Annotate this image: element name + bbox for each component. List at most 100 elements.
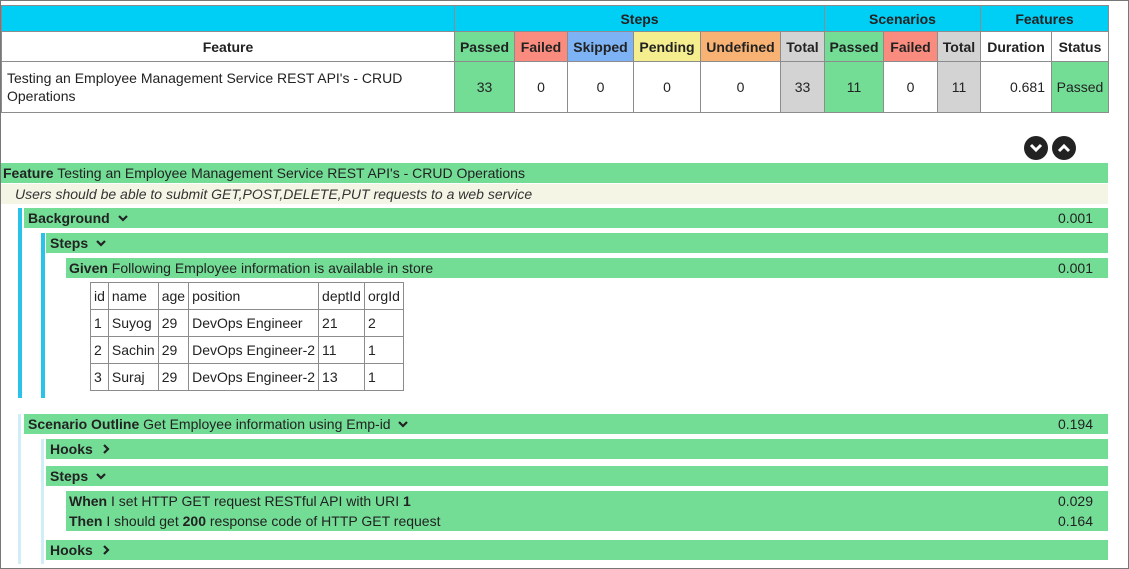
when-step-duration: 0.029: [1057, 493, 1093, 509]
scenario-keyword: Scenario Outline: [28, 416, 140, 432]
table-header-cell: deptId: [318, 282, 365, 310]
then-step-text-suffix: response code of HTTP GET request: [209, 513, 441, 529]
table-header-row: id name age position deptId orgId: [90, 282, 404, 310]
hooks-after-bar[interactable]: Hooks: [46, 540, 1108, 560]
scenario-indent-line: [18, 414, 21, 564]
feature-bar[interactable]: Feature Testing an Employee Management S…: [1, 163, 1108, 183]
scenarios-failed-header[interactable]: Failed: [883, 31, 938, 62]
summary-header-row: Feature Passed Failed Skipped Pending Un…: [1, 31, 1109, 62]
table-cell: Suraj: [107, 363, 159, 391]
chevron-down-icon: [96, 473, 106, 480]
then-step-bar: Then I should get 200 response code of H…: [66, 511, 1108, 531]
table-cell: 29: [157, 309, 190, 337]
hooks-before-bar[interactable]: Hooks: [46, 439, 1108, 459]
steps-skipped-header[interactable]: Skipped: [567, 31, 634, 62]
given-keyword: Given: [69, 260, 108, 276]
feature-link[interactable]: Testing an Employee Management Service R…: [1, 61, 455, 113]
status-header[interactable]: Status: [1051, 31, 1109, 62]
table-cell: 29: [157, 336, 190, 364]
table-cell: 29: [157, 363, 190, 391]
background-duration: 0.001: [1057, 210, 1093, 226]
table-row: 2 Sachin 29 DevOps Engineer-2 11 1: [90, 336, 404, 364]
chevron-down-icon: [398, 421, 409, 428]
when-step-text: I set HTTP GET request RESTful API with …: [111, 493, 400, 509]
given-step-text: Following Employee information is availa…: [111, 260, 434, 276]
table-cell: DevOps Engineer: [188, 309, 320, 337]
steps-passed-value: 33: [454, 61, 515, 113]
scenario-steps-label: Steps: [50, 468, 89, 484]
scenario-duration: 0.194: [1057, 416, 1093, 432]
table-header-cell: id: [90, 282, 109, 310]
duration-value: 0.681: [980, 61, 1052, 113]
duration-header[interactable]: Duration: [980, 31, 1052, 62]
then-step-text: I should get: [106, 513, 179, 529]
given-step-duration: 0.001: [1057, 260, 1093, 276]
table-cell: 11: [318, 336, 365, 364]
expand-all-button[interactable]: [1052, 136, 1076, 160]
feature-column-header[interactable]: Feature: [1, 31, 455, 62]
background-keyword: Background: [28, 210, 110, 226]
table-cell: 3: [90, 363, 109, 391]
scenarios-failed-value: 0: [883, 61, 938, 113]
hooks-after-label: Hooks: [50, 542, 93, 558]
table-cell: DevOps Engineer-2: [188, 336, 320, 364]
table-cell: 1: [90, 309, 109, 337]
steps-pending-value: 0: [633, 61, 701, 113]
scenarios-total-value: 11: [937, 61, 981, 113]
features-group-header: Features: [980, 5, 1109, 32]
scenario-steps-bar[interactable]: Steps: [46, 466, 1108, 486]
scenarios-total-header[interactable]: Total: [937, 31, 981, 62]
scenario-bar[interactable]: Scenario Outline Get Employee informatio…: [24, 414, 1108, 434]
scenarios-group-header: Scenarios: [824, 5, 981, 32]
table-cell: 2: [363, 309, 404, 337]
table-cell: 1: [363, 336, 404, 364]
chevron-down-icon: [1029, 143, 1043, 153]
table-header-cell: orgId: [363, 282, 404, 310]
background-steps-label: Steps: [50, 235, 89, 251]
steps-undefined-header[interactable]: Undefined: [700, 31, 781, 62]
summary-table: Steps Scenarios Features Feature Passed …: [1, 5, 1109, 113]
scenarios-passed-value: 11: [824, 61, 884, 113]
steps-passed-header[interactable]: Passed: [454, 31, 515, 62]
feature-keyword: Feature: [3, 165, 54, 181]
then-step-param: 200: [182, 513, 206, 529]
steps-failed-value: 0: [514, 61, 568, 113]
table-cell: DevOps Engineer-2: [188, 363, 320, 391]
collapse-all-button[interactable]: [1024, 136, 1048, 160]
scenarios-passed-header[interactable]: Passed: [824, 31, 884, 62]
summary-data-row: Testing an Employee Management Service R…: [1, 61, 1109, 113]
steps-pending-header[interactable]: Pending: [633, 31, 701, 62]
hooks-before-label: Hooks: [50, 441, 93, 457]
then-step-duration: 0.164: [1057, 513, 1093, 529]
steps-indent-line: [41, 233, 45, 398]
table-cell: 21: [318, 309, 365, 337]
employee-data-table: id name age position deptId orgId 1 Suyo…: [90, 282, 404, 391]
when-keyword: When: [69, 493, 108, 509]
background-bar[interactable]: Background 0.001: [24, 208, 1108, 228]
table-cell: 2: [90, 336, 109, 364]
chevron-down-icon: [96, 240, 106, 247]
summary-blank-header: [1, 5, 455, 32]
scenario-inner-indent-line: [41, 439, 44, 564]
table-header-cell: name: [107, 282, 159, 310]
chevron-right-icon: [102, 444, 110, 455]
table-header-cell: age: [157, 282, 190, 310]
when-step-param: 1: [403, 493, 411, 509]
table-cell: Sachin: [107, 336, 159, 364]
summary-group-row: Steps Scenarios Features: [1, 5, 1109, 32]
then-keyword: Then: [69, 513, 103, 529]
steps-total-header[interactable]: Total: [780, 31, 825, 62]
background-indent-line: [18, 208, 22, 398]
background-steps-bar[interactable]: Steps: [46, 233, 1108, 253]
steps-group-header: Steps: [454, 5, 825, 32]
steps-total-value: 33: [780, 61, 825, 113]
status-value: Passed: [1051, 61, 1109, 113]
table-cell: 13: [318, 363, 365, 391]
when-step-bar: When I set HTTP GET request RESTful API …: [66, 491, 1108, 511]
table-header-cell: position: [188, 282, 320, 310]
feature-description: Users should be able to submit GET,POST,…: [1, 184, 1108, 204]
table-row: 1 Suyog 29 DevOps Engineer 21 2: [90, 309, 404, 337]
scenario-title: Get Employee information using Emp-id: [143, 416, 391, 432]
given-step-bar: Given Following Employee information is …: [66, 258, 1108, 278]
steps-failed-header[interactable]: Failed: [514, 31, 568, 62]
